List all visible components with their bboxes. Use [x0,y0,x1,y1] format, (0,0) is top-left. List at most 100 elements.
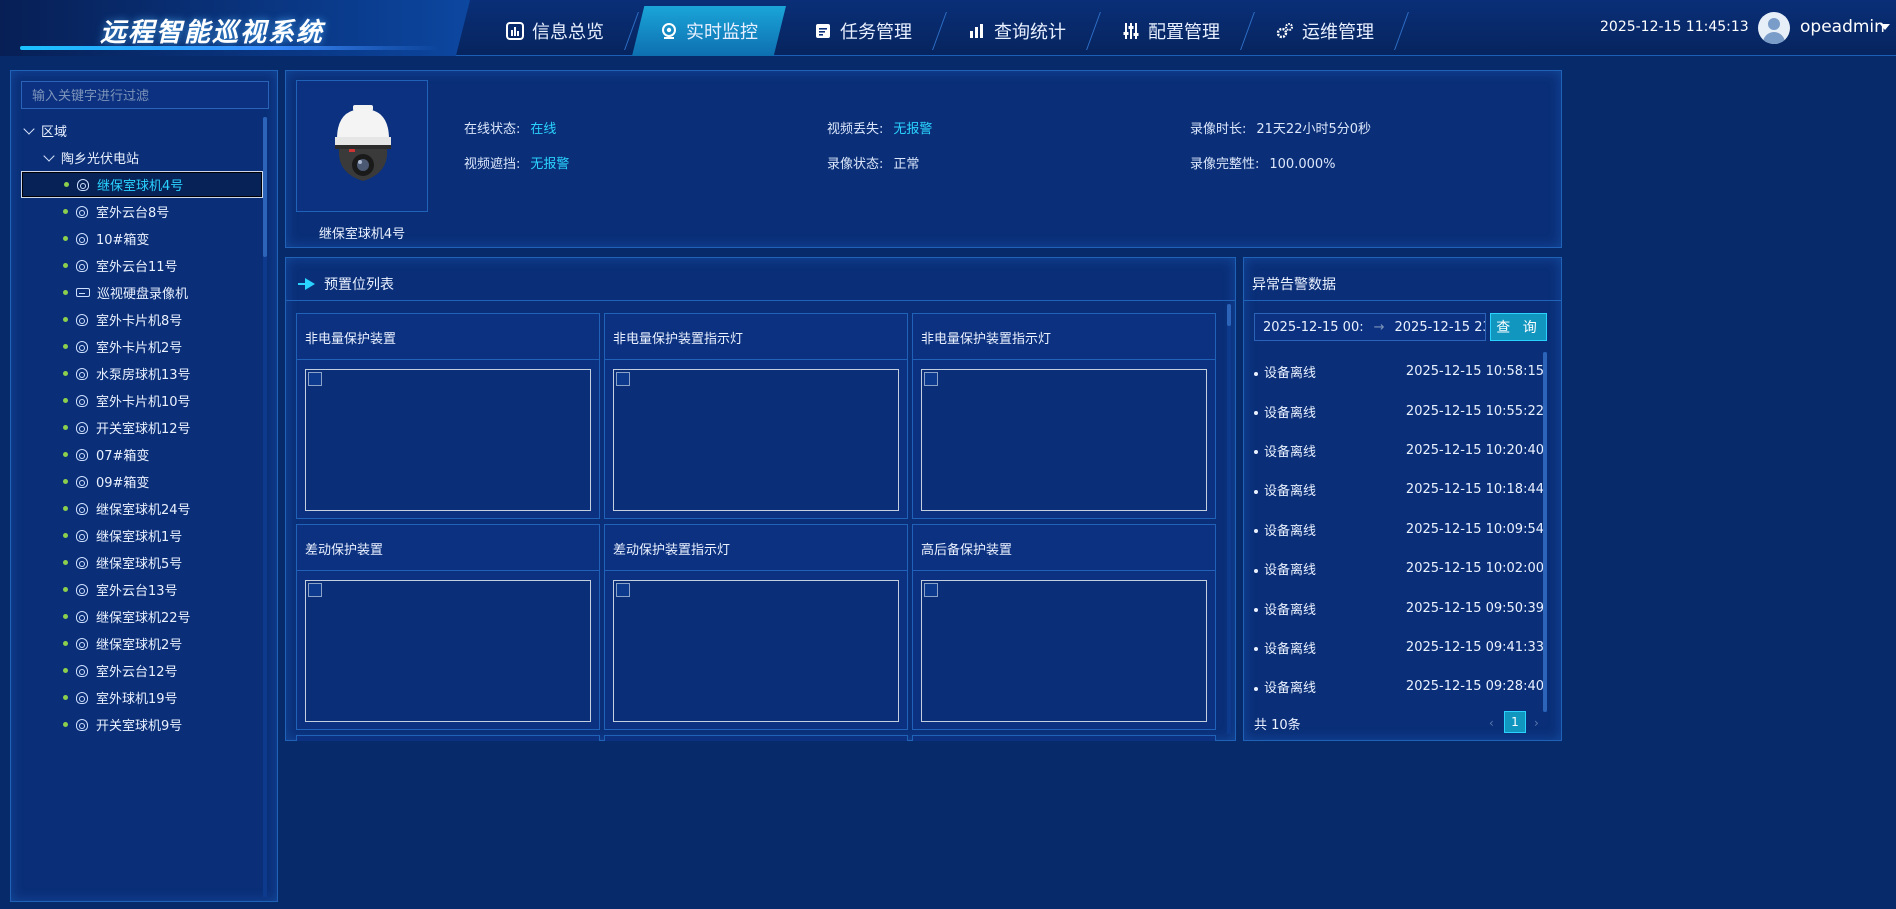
divider [1244,300,1561,301]
preset-card[interactable]: 非电量保护装置指示灯 [912,313,1216,519]
alarm-scrollbar-thumb[interactable] [1543,352,1547,712]
info-value: 无报警 [893,122,933,137]
divider [297,359,599,360]
status-dot-icon [63,560,68,565]
tree-leaf-device[interactable]: 10#箱变 [21,225,263,252]
tree-leaf-device[interactable]: 继保室球机1号 [21,522,263,549]
info-label: 录像状态: [827,157,884,172]
divider [605,359,907,360]
tree-leaf-device[interactable]: 继保室球机24号 [21,495,263,522]
preset-snapshot-image[interactable] [305,369,591,511]
tree-scrollbar-thumb[interactable] [263,117,267,257]
alarm-list-item[interactable]: 设备离线 2025-12-15 09:41:33 [1254,628,1544,667]
preset-scrollbar[interactable] [1227,304,1231,734]
preset-snapshot-image[interactable] [613,369,899,511]
sliders-icon [1123,23,1139,39]
tree-leaf-device[interactable]: 09#箱变 [21,468,263,495]
tree-leaf-device[interactable]: 室外云台8号 [21,198,263,225]
gears-icon [1276,23,1293,39]
camera-icon [76,664,88,677]
alarm-list-item[interactable]: 设备离线 2025-12-15 10:58:15 [1254,352,1544,391]
tree-leaf-label: 室外云台12号 [96,665,178,680]
pagination-page-button[interactable]: 1 [1504,711,1526,733]
broken-image-icon [616,372,630,386]
nav-task-management[interactable]: 任务管理 [786,6,940,56]
status-dot-icon [63,695,68,700]
date-start[interactable]: 2025-12-15 00: [1263,320,1364,335]
tree-leaf-label: 继保室球机24号 [96,503,191,518]
tree-filter-input[interactable] [21,81,269,109]
alarm-list: 设备离线 2025-12-15 10:58:15 设备离线 2025-12-15 10… [1254,352,1544,707]
preset-card[interactable]: 差动保护装置 [296,524,600,730]
preset-snapshot-image[interactable] [305,580,591,722]
tree-leaf-device[interactable]: 继保室球机22号 [21,603,263,630]
preset-snapshot-image[interactable] [921,369,1207,511]
nav-config-management[interactable]: 配置管理 [1094,6,1248,56]
alarm-list-item[interactable]: 设备离线 2025-12-15 10:20:40 [1254,431,1544,470]
nav-label: 查询统计 [994,22,1066,43]
tree-leaf-device[interactable]: 07#箱变 [21,441,263,468]
alarm-list-item[interactable]: 设备离线 2025-12-15 10:55:22 [1254,391,1544,430]
preset-scrollbar-thumb[interactable] [1227,304,1231,326]
alarm-list-item[interactable]: 设备离线 2025-12-15 10:18:44 [1254,470,1544,509]
camera-icon [76,529,88,542]
task-icon [816,24,830,38]
tree-leaf-device[interactable]: 室外云台12号 [21,657,263,684]
nav-ops-management[interactable]: 运维管理 [1248,6,1402,56]
alarm-name: 设备离线 [1254,677,1316,696]
nav-label: 任务管理 [840,22,912,43]
tree-leaf-device[interactable]: 室外卡片机10号 [21,387,263,414]
preset-card[interactable]: 非电量保护装置 [296,313,600,519]
alarm-scrollbar[interactable] [1543,352,1547,712]
chevron-down-icon[interactable] [23,122,35,135]
query-button[interactable]: 查 询 [1490,313,1547,341]
tree-leaf-device[interactable]: 继保室球机2号 [21,630,263,657]
chevron-right-icon[interactable]: › [1534,716,1544,730]
tree-leaf-device[interactable]: 继保室球机4号 [21,171,263,198]
alarm-list-item[interactable]: 设备离线 2025-12-15 09:28:40 [1254,667,1544,706]
preset-card[interactable]: 差动保护装置指示灯 [604,524,908,730]
tree-leaf-device[interactable]: 开关室球机12号 [21,414,263,441]
tree-node-station[interactable]: 陶乡光伏电站 [21,144,263,171]
preset-card[interactable]: 非电量保护装置指示灯 [604,313,908,519]
chevron-down-icon[interactable] [1880,24,1890,30]
tree-leaf-device[interactable]: 开关室球机9号 [21,711,263,738]
camera-icon [76,340,88,353]
divider [605,570,907,571]
status-dot-icon [63,425,68,430]
status-dot-icon [63,263,68,268]
tree-node-region[interactable]: 区域 [21,117,263,144]
preset-card[interactable] [604,735,908,741]
tree-leaf-device[interactable]: 继保室球机5号 [21,549,263,576]
alarm-list-item[interactable]: 设备离线 2025-12-15 10:09:54 [1254,510,1544,549]
tree-leaf-device[interactable]: 室外球机19号 [21,684,263,711]
tree-leaf-device[interactable]: 室外卡片机2号 [21,333,263,360]
tree-leaf-device[interactable]: 室外云台13号 [21,576,263,603]
username[interactable]: opeadmin [1800,17,1885,37]
alarm-list-item[interactable]: 设备离线 2025-12-15 09:50:39 [1254,588,1544,627]
tree-leaf-device[interactable]: 巡视硬盘录像机 [21,279,263,306]
date-end[interactable]: 2025-12-15 23: [1395,320,1485,335]
avatar[interactable] [1758,12,1790,44]
alarm-list-item[interactable]: 设备离线 2025-12-15 10:02:00 [1254,549,1544,588]
preset-card[interactable] [296,735,600,741]
preset-card[interactable] [912,735,1216,741]
preset-snapshot-image[interactable] [613,580,899,722]
nav-query-stats[interactable]: 查询统计 [940,6,1094,56]
info-label: 在线状态: [464,122,521,137]
preset-snapshot-image[interactable] [921,580,1207,722]
chevron-left-icon[interactable]: ‹ [1489,716,1499,730]
tree-scrollbar[interactable] [263,117,267,897]
info-value: 100.000% [1269,157,1336,172]
nav-realtime-monitor[interactable]: 实时监控 [632,6,786,56]
info-value: 21天22小时5分0秒 [1256,122,1372,137]
tree-leaf-device[interactable]: 水泵房球机13号 [21,360,263,387]
tree-leaf-device[interactable]: 室外云台11号 [21,252,263,279]
chevron-down-icon[interactable] [43,149,55,162]
nvr-icon [76,288,90,297]
nav-info-overview[interactable]: 信息总览 [478,6,632,56]
preset-card[interactable]: 高后备保护装置 [912,524,1216,730]
tree-leaf-device[interactable]: 室外卡片机8号 [21,306,263,333]
status-dot-icon [63,290,68,295]
date-range-picker[interactable]: 2025-12-15 00: → 2025-12-15 23: [1254,313,1486,341]
